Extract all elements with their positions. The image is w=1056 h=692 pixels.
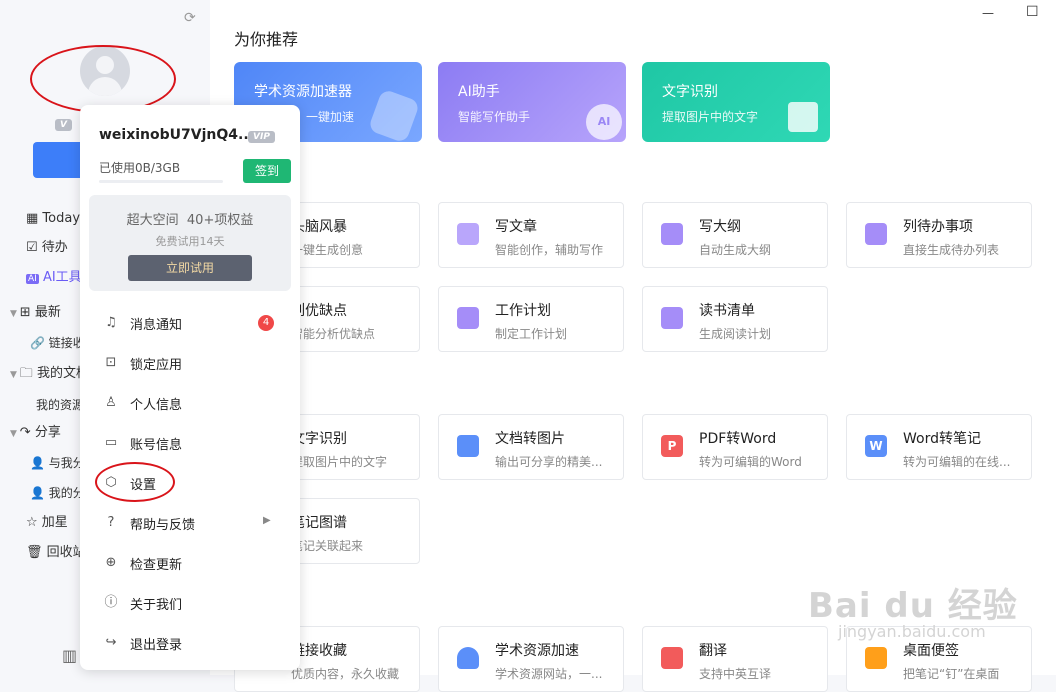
book-icon [661, 307, 683, 329]
refresh-icon[interactable]: ⟳ [184, 10, 196, 26]
sidebar-item-latest[interactable]: ▼ ⊞ 最新 [10, 303, 61, 323]
menu-item-check-update[interactable]: ⊕ 检查更新 [80, 545, 300, 581]
ai-badge-icon: AI [586, 104, 622, 140]
featured-card-ocr[interactable]: 文字识别 提取图片中的文字 [642, 62, 830, 142]
layout-toggle-icon[interactable]: ▥ [62, 646, 77, 665]
update-icon: ⊕ [105, 555, 117, 570]
card-doc-to-image[interactable]: 文档转图片 输出可分享的精美... [438, 414, 624, 480]
link-icon: 🔗 [30, 336, 45, 350]
try-now-button[interactable]: 立即试用 [128, 255, 252, 281]
account-popup: weixinobU7VjnQ4... VIP 已使用0B/3GB 签到 超大空间… [80, 105, 300, 670]
annotation-circle-avatar [30, 45, 176, 113]
doc-image-icon [457, 435, 479, 457]
featured-card-ai-assistant[interactable]: AI助手 智能写作助手 AI [438, 62, 626, 142]
logout-icon: ↪ [105, 635, 117, 650]
card-translate[interactable]: 翻译 支持中英互译 [642, 626, 828, 692]
rocket-icon [367, 88, 421, 142]
trash-icon: 🗑 [26, 545, 47, 560]
card-reading-list[interactable]: 读书清单 生成阅读计划 [642, 286, 828, 352]
annotation-circle-settings [95, 462, 175, 502]
calendar-check-icon [865, 223, 887, 245]
sidebar-item-share[interactable]: ▼ ↷ 分享 [10, 423, 61, 443]
lock-icon: ⊡ [105, 355, 117, 370]
bell-icon: ♫ [105, 315, 117, 330]
menu-item-account-info[interactable]: ▭ 账号信息 [80, 425, 300, 461]
menu-item-help[interactable]: ? 帮助与反馈 ▶ [80, 505, 300, 541]
checkbox-icon: ☑ [26, 240, 42, 255]
image-text-icon [788, 102, 818, 132]
ai-icon: AI [26, 274, 39, 284]
rocket-icon [457, 647, 479, 669]
minimize-button[interactable]: — [982, 6, 994, 20]
main-panel: — ☐ 为你推荐 学术资源加速器 ，一键加速 AI助手 智能写作助手 AI 文字… [210, 0, 1056, 692]
share-icon: ↷ [19, 425, 35, 440]
menu-item-about[interactable]: ⓘ 关于我们 [80, 585, 300, 621]
menu-item-profile[interactable]: ♙ 个人信息 [80, 385, 300, 421]
info-icon: ⓘ [104, 595, 118, 610]
storage-usage: 已使用0B/3GB [99, 161, 181, 175]
vip-badge-small: V [55, 116, 72, 131]
watermark-url: jingyan.baidu.com [838, 622, 986, 641]
checkin-button[interactable]: 签到 [243, 159, 291, 183]
sidebar-item-trash[interactable]: 🗑 回收站 [26, 543, 86, 563]
notification-count-badge: 4 [258, 315, 274, 331]
username: weixinobU7VjnQ4... [99, 127, 254, 143]
user-icon: 👤 [30, 456, 45, 470]
pdf-icon: P [661, 435, 683, 457]
sidebar-item-today[interactable]: ▦ Today [26, 209, 80, 229]
pen-icon [457, 223, 479, 245]
menu-item-logout[interactable]: ↪ 退出登录 [80, 625, 300, 661]
menu-item-lock-app[interactable]: ⊡ 锁定应用 [80, 345, 300, 381]
calendar-icon: ▦ [26, 211, 43, 226]
sticky-note-icon [865, 647, 887, 669]
card-todo-list[interactable]: 列待办事项 直接生成待办列表 [846, 202, 1032, 268]
section-title: 为你推荐 [234, 30, 299, 49]
monitor-icon: ▭ [104, 435, 118, 450]
sidebar-item-ai[interactable]: AI AI工具 [26, 268, 82, 288]
storage-progress [99, 180, 223, 183]
folder-icon: 🗀 [19, 366, 37, 381]
sidebar-item-todo[interactable]: ☑ 待办 [26, 238, 68, 258]
card-work-plan[interactable]: 工作计划 制定工作计划 [438, 286, 624, 352]
outline-icon [661, 223, 683, 245]
sidebar-item-my-resources[interactable]: 我的资源 [36, 395, 84, 415]
sidebar-item-starred[interactable]: ☆ 加星 [26, 513, 68, 533]
maximize-button[interactable]: ☐ [1026, 4, 1039, 20]
star-icon: ☆ [26, 515, 42, 530]
chevron-right-icon: ▶ [263, 515, 271, 526]
sidebar-item-my-docs[interactable]: ▼ 🗀 我的文档 [10, 364, 89, 384]
card-write-article[interactable]: 写文章 智能创作，辅助写作 [438, 202, 624, 268]
person-icon: ♙ [105, 395, 117, 410]
promo-box: 超大空间 40+项权益 免费试用14天 立即试用 [89, 195, 291, 291]
briefcase-icon [457, 307, 479, 329]
card-outline[interactable]: 写大纲 自动生成大纲 [642, 202, 828, 268]
watermark-brand: Bai du 经验 [808, 586, 1018, 626]
grid-icon: ⊞ [19, 305, 35, 320]
card-pdf-to-word[interactable]: P PDF转Word 转为可编辑的Word [642, 414, 828, 480]
translate-icon [661, 647, 683, 669]
help-icon: ? [107, 515, 115, 530]
vip-badge: VIP [248, 128, 275, 143]
user-icon: 👤 [30, 486, 45, 500]
word-icon: W [865, 435, 887, 457]
card-academic-accel[interactable]: 学术资源加速 学术资源网站，一... [438, 626, 624, 692]
menu-item-notifications[interactable]: ♫ 消息通知 4 [80, 305, 300, 341]
card-word-to-note[interactable]: W Word转笔记 转为可编辑的在线... [846, 414, 1032, 480]
